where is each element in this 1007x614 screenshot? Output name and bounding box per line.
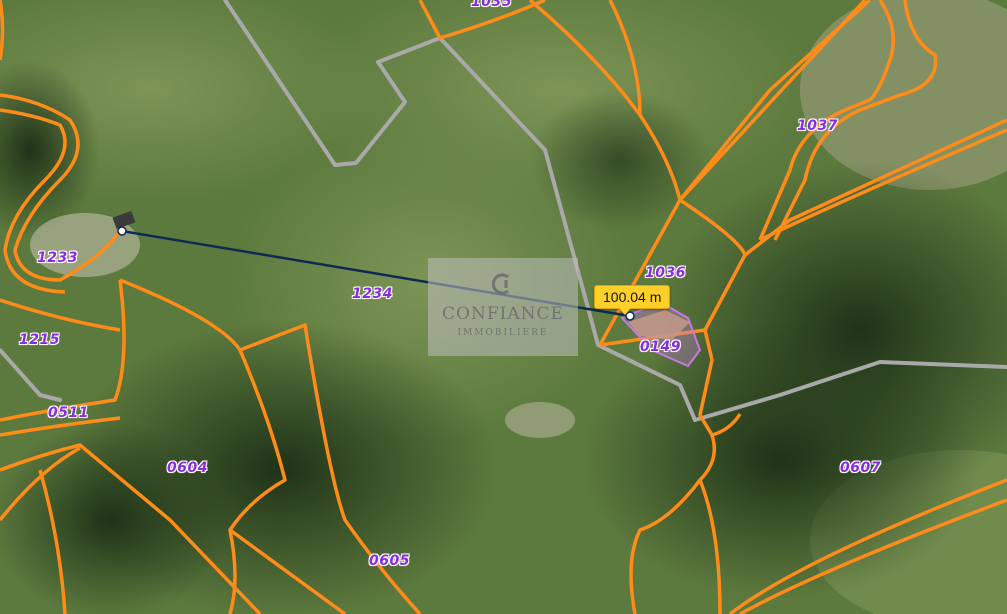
agency-name: CONFIANCE (442, 304, 564, 324)
agency-watermark: CONFIANCE IMMOBILIERE (428, 258, 578, 356)
parcel-label-1037[interactable]: 1037 (797, 118, 838, 134)
parcel-label-1035[interactable]: 1035 (471, 0, 512, 10)
agency-subtitle: IMMOBILIERE (457, 328, 549, 338)
parcel-label-0511[interactable]: 0511 (48, 405, 89, 421)
parcel-label-0604[interactable]: 0604 (167, 460, 208, 476)
measure-start-point[interactable] (117, 226, 127, 236)
agency-logo-icon (491, 273, 509, 295)
parcel-label-1233[interactable]: 1233 (37, 250, 78, 266)
map-view[interactable]: CONFIANCE IMMOBILIERE 100.04 m 1035 1037… (0, 0, 1007, 614)
parcel-label-1215[interactable]: 1215 (19, 332, 60, 348)
parcel-label-1036[interactable]: 1036 (645, 265, 686, 281)
parcel-label-1234[interactable]: 1234 (352, 286, 393, 302)
distance-badge: 100.04 m (594, 285, 671, 315)
parcel-label-0149[interactable]: 0149 (640, 339, 681, 355)
parcel-label-0607[interactable]: 0607 (840, 460, 881, 476)
parcel-label-0605[interactable]: 0605 (369, 553, 410, 569)
